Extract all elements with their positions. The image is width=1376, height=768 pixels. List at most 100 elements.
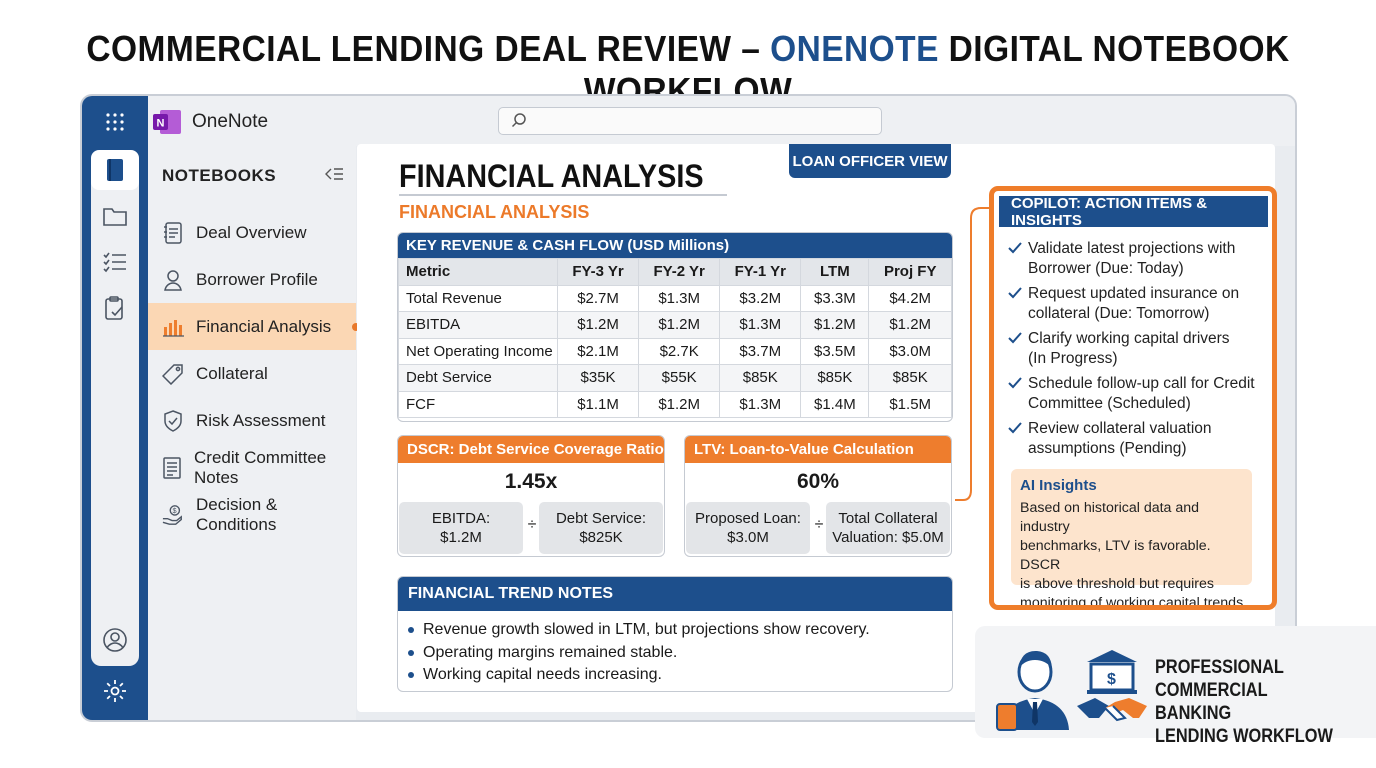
dscr-numerator-value: $1.2M: [440, 529, 482, 546]
footer-caption: PROFESSIONAL COMMERCIAL BANKING LENDING …: [1155, 656, 1345, 748]
sidebar-item-collateral[interactable]: Collateral: [148, 350, 356, 397]
action-item[interactable]: Request updated insurance on collateral (…: [1008, 284, 1266, 324]
bank-handshake-icon: $: [1075, 648, 1149, 733]
cell-value: $85K: [719, 364, 802, 392]
headline-text: COMMERCIAL LENDING DEAL REVIEW –: [86, 28, 771, 69]
sidebar-item-label: Decision & Conditions: [196, 494, 278, 534]
table-row: Debt Service $35K $55K $85K $85K $85K: [398, 364, 952, 392]
column-header: LTM: [800, 258, 870, 286]
cell-value: $1.2M: [868, 311, 952, 339]
folder-icon[interactable]: [82, 196, 148, 236]
app-rail: [82, 96, 148, 720]
collapse-panel-icon[interactable]: [324, 166, 344, 187]
cell-value: $1.3M: [719, 311, 802, 339]
sidebar-item-credit-committee-notes[interactable]: Credit Committee Notes: [148, 444, 356, 491]
action-text: Clarify working capital drivers: [1028, 330, 1230, 347]
cell-value: $1.4M: [800, 390, 870, 418]
dscr-denominator-label: Debt Service:: [555, 510, 647, 527]
table-row: Total Revenue $2.7M $1.3M $3.2M $3.3M $4.2M: [398, 284, 952, 312]
sidebar-item-label: Risk Assessment: [196, 410, 326, 430]
sidebar-item-borrower-profile[interactable]: Borrower Profile: [148, 256, 356, 303]
cell-value: $2.1M: [556, 337, 640, 365]
sidebar-item-risk-assessment[interactable]: Risk Assessment: [148, 397, 356, 444]
ltv-denominator-value: Valuation: $5.0M: [832, 529, 944, 546]
dscr-denominator: Debt Service: $825K: [539, 502, 663, 554]
cell-value: $1.2M: [638, 390, 721, 418]
account-icon[interactable]: [82, 620, 148, 660]
trend-notes-title: FINANCIAL TREND NOTES: [398, 577, 952, 611]
column-header: FY-3 Yr: [556, 258, 640, 286]
action-item[interactable]: Review collateral valuation assumptions (…: [1008, 419, 1266, 459]
onenote-logo-icon: N: [152, 109, 182, 135]
notebook-icon[interactable]: [91, 150, 139, 190]
revenue-table-title: KEY REVENUE & CASH FLOW (USD Millions): [398, 233, 952, 258]
row-label: Debt Service: [398, 364, 558, 392]
clipboard-icon[interactable]: [82, 288, 148, 328]
footer-line: LENDING WORKFLOW: [1155, 726, 1333, 747]
action-item[interactable]: Validate latest projections with Borrower…: [1008, 239, 1266, 279]
divide-symbol: ÷: [527, 516, 537, 533]
action-text: Review collateral valuation: [1028, 420, 1212, 437]
footer-line: COMMERCIAL BANKING: [1155, 680, 1268, 724]
action-item[interactable]: Schedule follow-up call for Credit Commit…: [1008, 374, 1266, 414]
app-title: OneNote: [192, 111, 269, 132]
sidebar-item-label: Deal Overview: [196, 222, 307, 242]
dscr-title: DSCR: Debt Service Coverage Ratio: [398, 436, 664, 463]
notebook-section-accent: [142, 210, 148, 622]
column-header: Metric: [398, 258, 558, 286]
column-header: FY-2 Yr: [638, 258, 721, 286]
title-divider: [399, 194, 727, 196]
ltv-denominator: Total Collateral Valuation: $5.0M: [826, 502, 950, 554]
ai-insights-title: AI Insights: [1020, 477, 1097, 494]
column-header: FY-1 Yr: [719, 258, 802, 286]
cell-value: $3.2M: [719, 284, 802, 312]
list-item: Revenue growth slowed in LTM, but projec…: [408, 619, 952, 642]
action-item[interactable]: Clarify working capital drivers (In Progr…: [1008, 329, 1266, 369]
ai-insights-body: Based on historical data and industry be…: [1020, 499, 1252, 605]
row-label: EBITDA: [398, 311, 558, 339]
action-status: Borrower (Due: Today): [1028, 260, 1184, 277]
cell-value: $85K: [868, 364, 952, 392]
hand-dollar-icon: $: [162, 504, 184, 526]
checklist-icon[interactable]: [82, 242, 148, 282]
checkmark-icon: [1008, 329, 1028, 369]
cell-value: $55K: [638, 364, 721, 392]
settings-icon[interactable]: [82, 671, 148, 711]
copilot-connector-line: [955, 207, 991, 501]
ltv-numerator-value: $3.0M: [727, 529, 769, 546]
checkmark-icon: [1008, 239, 1028, 279]
page-subtitle: FINANCIAL ANALYSIS: [399, 202, 590, 222]
cell-value: $3.0M: [868, 337, 952, 365]
cell-value: $3.7M: [719, 337, 802, 365]
sidebar-item-financial-analysis[interactable]: Financial Analysis: [148, 303, 356, 350]
svg-text:$: $: [1107, 671, 1116, 688]
cell-value: $3.5M: [800, 337, 870, 365]
action-status: assumptions (Pending): [1028, 440, 1187, 457]
cell-value: $3.3M: [800, 284, 870, 312]
revenue-table: Metric FY-3 Yr FY-2 Yr FY-1 Yr LTM Proj FY To…: [398, 258, 952, 418]
cell-value: $1.2M: [638, 311, 721, 339]
sidebar-item-deal-overview[interactable]: Deal Overview: [148, 209, 356, 256]
trend-notes-card: FINANCIAL TREND NOTES Revenue growth slo…: [397, 576, 953, 692]
table-row: EBITDA $1.2M $1.2M $1.3M $1.2M $1.2M: [398, 311, 952, 339]
revenue-table-card: KEY REVENUE & CASH FLOW (USD Millions) M…: [397, 232, 953, 422]
ltv-value: 60%: [796, 470, 840, 493]
ai-insights-line: benchmarks, LTV is favorable. DSCR: [1020, 538, 1211, 573]
apps-grid-icon[interactable]: [82, 102, 148, 142]
document-icon: [162, 221, 184, 244]
note-text: Operating margins remained stable.: [423, 643, 678, 661]
sidebar-item-decision-conditions[interactable]: $ Decision & Conditions: [148, 491, 356, 538]
table-row: Net Operating Income $2.1M $2.7K $3.7M $3.5M…: [398, 337, 952, 365]
checkmark-icon: [1008, 419, 1028, 459]
copilot-action-list: Validate latest projections with Borrower…: [1008, 239, 1266, 464]
person-icon: [162, 269, 184, 291]
notes-icon: [162, 456, 182, 479]
dscr-card: DSCR: Debt Service Coverage Ratio 1.45x …: [397, 435, 665, 557]
cell-value: $4.2M: [868, 284, 952, 312]
action-text: Request updated insurance on: [1028, 285, 1240, 302]
tag-icon: [162, 363, 184, 385]
cell-value: $1.3M: [719, 390, 802, 418]
search-input[interactable]: [498, 107, 882, 135]
loan-officer-view-badge[interactable]: LOAN OFFICER VIEW: [789, 144, 951, 178]
footer-branding: $ PROFESSIONAL COMMERCIAL BANKING LENDIN…: [975, 626, 1376, 747]
